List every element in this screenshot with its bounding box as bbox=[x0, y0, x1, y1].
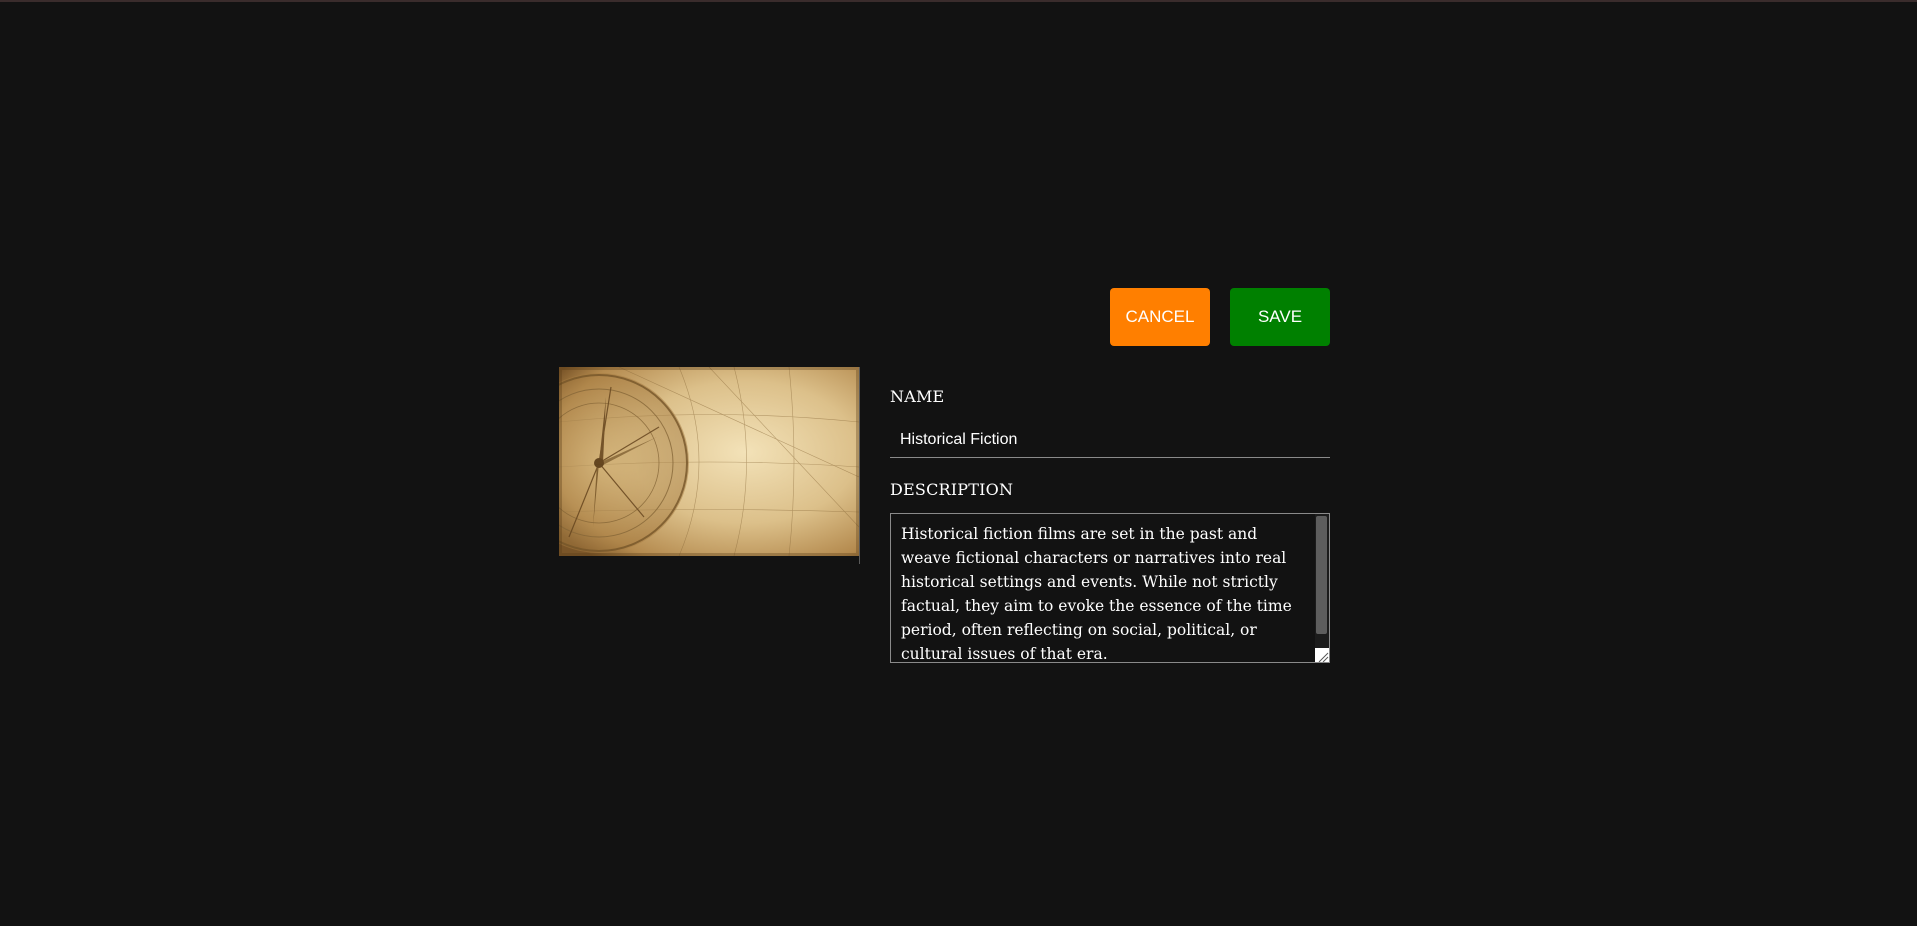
name-label: NAME bbox=[890, 387, 945, 406]
resize-grip-icon[interactable] bbox=[1315, 648, 1329, 662]
description-scroll-thumb[interactable] bbox=[1316, 516, 1327, 634]
image-divider bbox=[859, 367, 860, 564]
save-button[interactable]: SAVE bbox=[1230, 288, 1330, 346]
description-text: Historical fiction films are set in the … bbox=[901, 525, 1292, 663]
description-scrollbar[interactable] bbox=[1315, 514, 1329, 662]
top-border-line bbox=[0, 0, 1917, 2]
description-textarea[interactable]: Historical fiction films are set in the … bbox=[890, 513, 1330, 663]
name-input[interactable] bbox=[890, 422, 1330, 458]
description-label: DESCRIPTION bbox=[890, 480, 1014, 499]
genre-image[interactable] bbox=[559, 367, 859, 556]
cancel-button[interactable]: CANCEL bbox=[1110, 288, 1210, 346]
